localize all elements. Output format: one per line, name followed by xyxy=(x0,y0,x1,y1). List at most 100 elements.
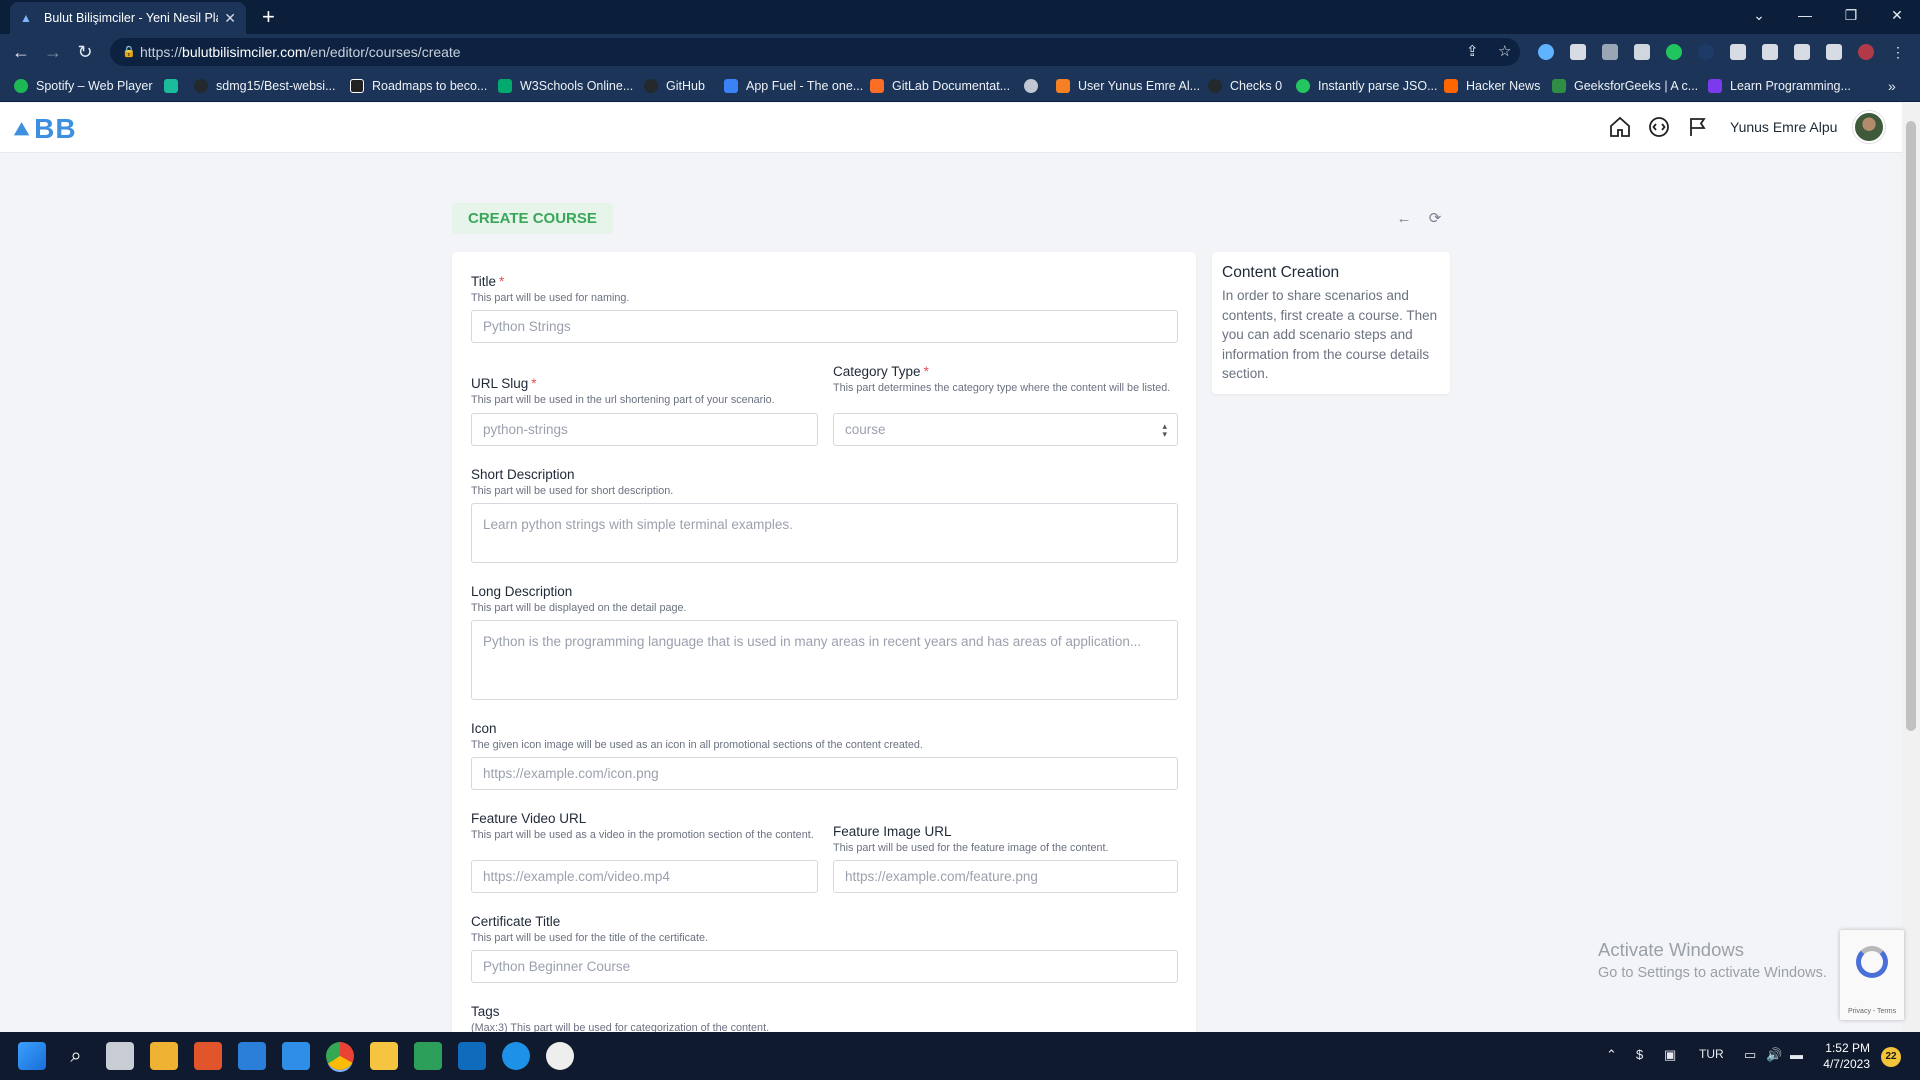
bookmark-item[interactable]: Instantly parse JSO... xyxy=(1296,76,1438,96)
title-input[interactable]: Python Strings xyxy=(471,310,1178,343)
extension-icon-2[interactable] xyxy=(1698,44,1714,60)
task-view-icon[interactable] xyxy=(106,1042,134,1070)
certificate-title-hint: This part will be used for the title of … xyxy=(471,932,709,944)
chrome-icon[interactable] xyxy=(326,1042,354,1070)
browser-tab-active[interactable]: ▲ Bulut Bilişimciler - Yeni Nesil Platf … xyxy=(10,2,246,34)
grammarly-icon[interactable] xyxy=(1666,44,1682,60)
reload-icon[interactable]: ↻ xyxy=(72,40,98,64)
back-icon[interactable]: ← xyxy=(8,40,34,64)
short-description-textarea[interactable]: Learn python strings with simple termina… xyxy=(471,503,1178,563)
volume-icon[interactable]: 🔊 xyxy=(1766,1047,1782,1063)
puzzle-icon[interactable] xyxy=(1730,44,1746,60)
bookmark-item[interactable]: W3Schools Online... xyxy=(498,76,633,96)
restore-button[interactable]: ❐ xyxy=(1828,0,1874,30)
windows-activation-watermark: Activate Windows Go to Settings to activ… xyxy=(1598,939,1827,981)
bookmark-item[interactable]: Learn Programming... xyxy=(1708,76,1851,96)
url-scheme: https:// xyxy=(140,44,183,60)
scrollbar-thumb[interactable] xyxy=(1906,121,1916,731)
user-name[interactable]: Yunus Emre Alpu xyxy=(1730,119,1837,135)
url-path: /en/editor/courses/create xyxy=(306,44,461,60)
category-select[interactable]: course ▴ ▾ xyxy=(833,413,1178,446)
bookmark-favicon-icon xyxy=(1056,79,1070,93)
feature-video-input[interactable]: https://example.com/video.mp4 xyxy=(471,860,818,893)
extension-icon[interactable] xyxy=(1602,44,1618,60)
bookmark-item[interactable]: Spotify – Web Player xyxy=(14,76,153,96)
feature-image-input[interactable]: https://example.com/feature.png xyxy=(833,860,1178,893)
download-icon[interactable] xyxy=(1794,44,1810,60)
app-icon-3[interactable] xyxy=(414,1042,442,1070)
docker-icon[interactable] xyxy=(502,1042,530,1070)
more-bookmarks-icon[interactable]: » xyxy=(1888,76,1896,96)
bookmark-favicon-icon xyxy=(498,79,512,93)
tray-app-icon[interactable]: $ xyxy=(1636,1047,1643,1062)
bookmark-item[interactable]: App Fuel - The one... xyxy=(724,76,863,96)
icon-url-input[interactable]: https://example.com/icon.png xyxy=(471,757,1178,790)
bookmark-favicon-icon xyxy=(870,79,884,93)
share-icon[interactable]: ⇪ xyxy=(1466,38,1479,66)
recaptcha-terms[interactable]: Privacy - Terms xyxy=(1848,1008,1896,1015)
site-logo[interactable]: ⛰ BB xyxy=(14,113,77,145)
vscode-icon[interactable] xyxy=(238,1042,266,1070)
bookmark-label: Spotify – Web Player xyxy=(36,79,153,93)
tray-outlook-icon[interactable]: ▣ xyxy=(1664,1047,1676,1063)
bookmark-label: Learn Programming... xyxy=(1730,79,1851,93)
avatar[interactable] xyxy=(1853,111,1885,143)
page-scrollbar[interactable] xyxy=(1902,103,1920,1032)
tab-search-icon[interactable]: ⌄ xyxy=(1736,0,1782,30)
bookmark-item[interactable]: Roadmaps to beco... xyxy=(350,76,487,96)
bookmark-favicon-icon xyxy=(1552,79,1566,93)
code-icon[interactable] xyxy=(1647,115,1671,139)
home-icon[interactable] xyxy=(1608,115,1632,139)
address-toolbar: ← → ↻ 🔒 https://bulutbilisimciler.com/en… xyxy=(0,34,1920,70)
bookmark-item[interactable]: sdmg15/Best-websi... xyxy=(194,76,336,96)
new-tab-button[interactable]: + xyxy=(262,4,275,30)
bookmark-item[interactable]: User Yunus Emre Al... xyxy=(1056,76,1200,96)
media-control-icon[interactable] xyxy=(1762,44,1778,60)
bookmark-star-icon[interactable]: ☆ xyxy=(1498,38,1511,66)
forward-icon[interactable]: → xyxy=(40,40,66,64)
refresh-icon[interactable]: ⟳ xyxy=(1421,206,1449,232)
notification-count-badge[interactable]: 22 xyxy=(1881,1047,1901,1067)
bookmark-favicon-icon xyxy=(1708,79,1722,93)
bookmark-item[interactable]: GeeksforGeeks | A c... xyxy=(1552,76,1698,96)
close-tab-icon[interactable]: ✕ xyxy=(224,10,236,27)
bookmarks-bar: Spotify – Web Player sdmg15/Best-websi..… xyxy=(0,70,1920,102)
watermark-subtitle: Go to Settings to activate Windows. xyxy=(1598,965,1827,981)
react-devtools-icon[interactable] xyxy=(1538,44,1554,60)
file-explorer-icon[interactable] xyxy=(370,1042,398,1070)
bookmark-item[interactable]: Hacker News xyxy=(1444,76,1540,96)
url-input[interactable]: 🔒 https://bulutbilisimciler.com/en/edito… xyxy=(110,38,1520,66)
bookmark-item[interactable]: GitLab Documentat... xyxy=(870,76,1010,96)
close-window-button[interactable]: ✕ xyxy=(1874,0,1920,30)
shield-icon[interactable] xyxy=(1634,44,1650,60)
system-clock[interactable]: 1:52 PM 4/7/2023 xyxy=(1812,1040,1870,1072)
vue-devtools-icon[interactable] xyxy=(1570,44,1586,60)
certificate-title-input[interactable]: Python Beginner Course xyxy=(471,950,1178,983)
tray-chevron-icon[interactable]: ⌃ xyxy=(1606,1047,1617,1063)
profile-icon[interactable] xyxy=(1858,44,1874,60)
app-icon-2[interactable] xyxy=(194,1042,222,1070)
back-arrow-icon[interactable]: ← xyxy=(1390,206,1418,232)
slug-input[interactable]: python-strings xyxy=(471,413,818,446)
recaptcha-badge[interactable]: Privacy - Terms xyxy=(1840,930,1904,1020)
menu-kebab-icon[interactable]: ⋮ xyxy=(1890,44,1906,60)
battery-icon[interactable]: ▬ xyxy=(1790,1047,1803,1062)
bookmark-item[interactable]: Checks 0 xyxy=(1208,76,1282,96)
bookmark-item[interactable] xyxy=(1024,76,1046,96)
search-icon[interactable]: ⌕ xyxy=(62,1042,90,1070)
network-icon[interactable]: ▭ xyxy=(1744,1047,1756,1063)
side-panel-icon[interactable] xyxy=(1826,44,1842,60)
minimize-button[interactable]: — xyxy=(1782,0,1828,30)
todo-icon[interactable] xyxy=(282,1042,310,1070)
github-desktop-icon[interactable] xyxy=(546,1042,574,1070)
app-icon-1[interactable] xyxy=(150,1042,178,1070)
bookmark-favicon-icon xyxy=(164,79,178,93)
long-description-textarea[interactable]: Python is the programming language that … xyxy=(471,620,1178,700)
bookmark-item[interactable] xyxy=(164,76,186,96)
language-indicator[interactable]: TUR xyxy=(1699,1047,1724,1061)
bookmark-item[interactable]: GitHub xyxy=(644,76,705,96)
flag-icon[interactable] xyxy=(1686,115,1710,139)
start-icon[interactable] xyxy=(18,1042,46,1070)
bookmark-label: Instantly parse JSO... xyxy=(1318,79,1438,93)
outlook-icon[interactable] xyxy=(458,1042,486,1070)
